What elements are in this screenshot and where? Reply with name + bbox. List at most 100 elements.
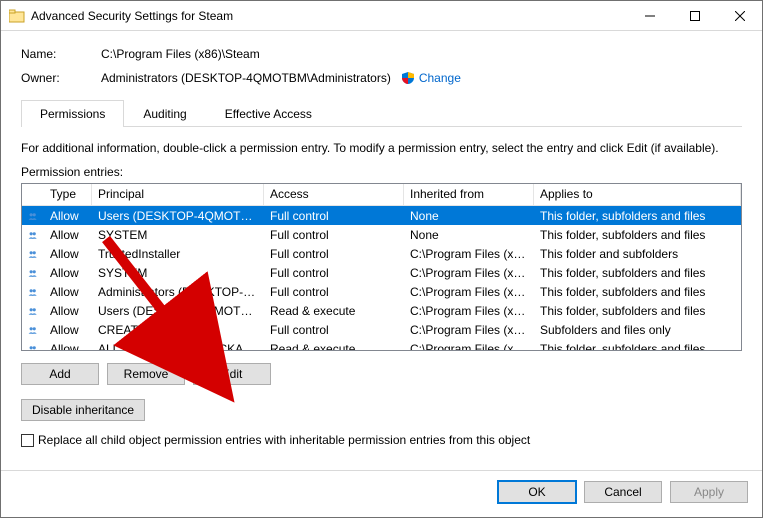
cell-access: Read & execute — [264, 304, 404, 318]
cell-type: Allow — [44, 228, 92, 242]
content-area: Name: C:\Program Files (x86)\Steam Owner… — [1, 31, 762, 470]
replace-checkbox-row: Replace all child object permission entr… — [21, 433, 742, 447]
cell-principal: Users (DESKTOP-4QMOTBM\... — [92, 304, 264, 318]
people-icon — [22, 248, 44, 260]
inheritance-buttons: Disable inheritance — [21, 399, 742, 421]
cell-inherited: C:\Program Files (x86)\ — [404, 266, 534, 280]
cell-access: Full control — [264, 228, 404, 242]
people-icon — [22, 305, 44, 317]
name-label: Name: — [21, 47, 101, 61]
cancel-button[interactable]: Cancel — [584, 481, 662, 503]
cell-inherited: C:\Program Files (x86)\ — [404, 342, 534, 352]
name-value: C:\Program Files (x86)\Steam — [101, 47, 260, 61]
cell-principal: Administrators (DESKTOP-4Q... — [92, 285, 264, 299]
col-inherited[interactable]: Inherited from — [404, 184, 534, 205]
cell-type: Allow — [44, 285, 92, 299]
cell-principal: TrustedInstaller — [92, 247, 264, 261]
cell-access: Full control — [264, 209, 404, 223]
cell-inherited: None — [404, 228, 534, 242]
cell-inherited: C:\Program Files (x86)\ — [404, 247, 534, 261]
ok-button[interactable]: OK — [498, 481, 576, 503]
tab-effective-access[interactable]: Effective Access — [206, 100, 331, 127]
window-buttons — [627, 1, 762, 30]
people-icon — [22, 286, 44, 298]
cell-type: Allow — [44, 304, 92, 318]
cell-applies: This folder, subfolders and files — [534, 266, 741, 280]
people-icon — [22, 343, 44, 352]
cell-inherited: C:\Program Files (x86)\ — [404, 304, 534, 318]
minimize-button[interactable] — [627, 1, 672, 30]
grid-header: Type Principal Access Inherited from App… — [22, 184, 741, 206]
replace-checkbox-label[interactable]: Replace all child object permission entr… — [38, 433, 530, 447]
help-text: For additional information, double-click… — [21, 141, 742, 155]
entry-buttons: Add Remove Edit — [21, 363, 742, 385]
permission-grid: Type Principal Access Inherited from App… — [21, 183, 742, 351]
cell-type: Allow — [44, 342, 92, 352]
col-access[interactable]: Access — [264, 184, 404, 205]
cell-principal: SYSTEM — [92, 266, 264, 280]
disable-inheritance-button[interactable]: Disable inheritance — [21, 399, 145, 421]
cell-access: Read & execute — [264, 342, 404, 352]
cell-applies: This folder, subfolders and files — [534, 209, 741, 223]
apply-button[interactable]: Apply — [670, 481, 748, 503]
table-row[interactable]: AllowUsers (DESKTOP-4QMOTBM\...Full cont… — [22, 206, 741, 225]
owner-label: Owner: — [21, 71, 101, 85]
change-owner-link[interactable]: Change — [419, 71, 461, 85]
titlebar: Advanced Security Settings for Steam — [1, 1, 762, 31]
col-applies[interactable]: Applies to — [534, 184, 741, 205]
cell-applies: This folder, subfolders and files — [534, 228, 741, 242]
tab-permissions[interactable]: Permissions — [21, 100, 124, 127]
advanced-security-window: Advanced Security Settings for Steam Nam… — [0, 0, 763, 518]
cell-inherited: None — [404, 209, 534, 223]
col-principal[interactable]: Principal — [92, 184, 264, 205]
col-type[interactable]: Type — [44, 184, 92, 205]
maximize-button[interactable] — [672, 1, 717, 30]
cell-principal: Users (DESKTOP-4QMOTBM\... — [92, 209, 264, 223]
cell-access: Full control — [264, 266, 404, 280]
people-icon — [22, 324, 44, 336]
table-row[interactable]: AllowSYSTEMFull controlC:\Program Files … — [22, 263, 741, 282]
cell-access: Full control — [264, 323, 404, 337]
remove-button[interactable]: Remove — [107, 363, 185, 385]
tab-strip: Permissions Auditing Effective Access — [21, 99, 742, 127]
owner-value: Administrators (DESKTOP-4QMOTBM\Administ… — [101, 71, 391, 85]
name-row: Name: C:\Program Files (x86)\Steam — [21, 47, 742, 61]
window-title: Advanced Security Settings for Steam — [31, 9, 627, 23]
tab-auditing[interactable]: Auditing — [124, 100, 205, 127]
close-button[interactable] — [717, 1, 762, 30]
table-row[interactable]: AllowCREATOR OWNERFull controlC:\Program… — [22, 320, 741, 339]
cell-applies: This folder, subfolders and files — [534, 285, 741, 299]
cell-applies: This folder, subfolders and files — [534, 304, 741, 318]
cell-principal: ALL APPLICATION PACKAGES — [92, 342, 264, 352]
folder-security-icon — [9, 8, 25, 24]
uac-shield-icon — [401, 71, 415, 85]
cell-type: Allow — [44, 209, 92, 223]
table-row[interactable]: AllowALL APPLICATION PACKAGESRead & exec… — [22, 339, 741, 351]
edit-button[interactable]: Edit — [193, 363, 271, 385]
people-icon — [22, 229, 44, 241]
entries-label: Permission entries: — [21, 165, 742, 179]
cell-inherited: C:\Program Files (x86)\ — [404, 323, 534, 337]
cell-applies: Subfolders and files only — [534, 323, 741, 337]
people-icon — [22, 267, 44, 279]
cell-type: Allow — [44, 323, 92, 337]
dialog-footer: OK Cancel Apply — [1, 470, 762, 517]
cell-access: Full control — [264, 285, 404, 299]
cell-principal: CREATOR OWNER — [92, 323, 264, 337]
table-row[interactable]: AllowTrustedInstallerFull controlC:\Prog… — [22, 244, 741, 263]
people-icon — [22, 210, 44, 222]
grid-body[interactable]: AllowUsers (DESKTOP-4QMOTBM\...Full cont… — [22, 206, 741, 351]
table-row[interactable]: AllowUsers (DESKTOP-4QMOTBM\...Read & ex… — [22, 301, 741, 320]
col-icon[interactable] — [22, 184, 44, 205]
add-button[interactable]: Add — [21, 363, 99, 385]
replace-checkbox[interactable] — [21, 434, 34, 447]
cell-access: Full control — [264, 247, 404, 261]
table-row[interactable]: AllowSYSTEMFull controlNoneThis folder, … — [22, 225, 741, 244]
owner-row: Owner: Administrators (DESKTOP-4QMOTBM\A… — [21, 71, 742, 85]
cell-principal: SYSTEM — [92, 228, 264, 242]
cell-type: Allow — [44, 266, 92, 280]
cell-applies: This folder, subfolders and files — [534, 342, 741, 352]
cell-applies: This folder and subfolders — [534, 247, 741, 261]
cell-type: Allow — [44, 247, 92, 261]
table-row[interactable]: AllowAdministrators (DESKTOP-4Q...Full c… — [22, 282, 741, 301]
